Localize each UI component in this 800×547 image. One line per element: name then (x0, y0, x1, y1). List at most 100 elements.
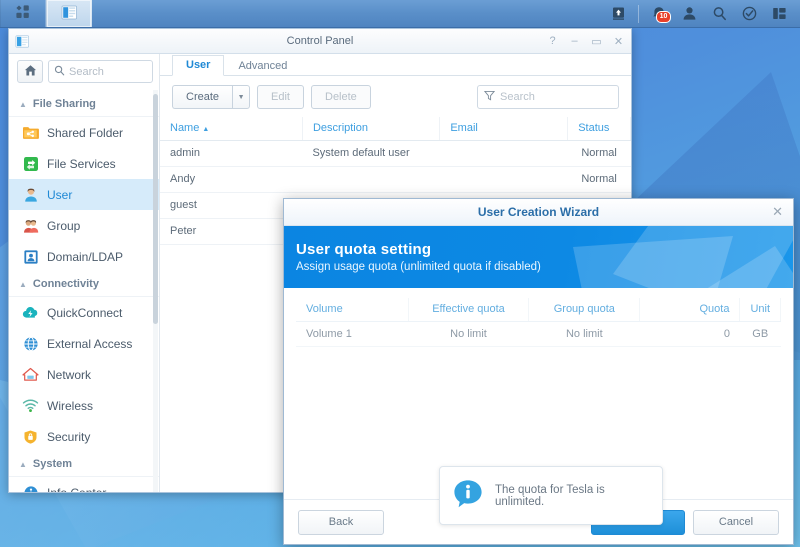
page-title: Control Panel (286, 35, 354, 47)
column-header-volume[interactable]: Volume (296, 298, 409, 322)
wireless-icon (22, 397, 39, 414)
cell-name: admin (160, 140, 303, 167)
column-header-status[interactable]: Status (567, 117, 631, 141)
sidebar-search-placeholder: Search (69, 65, 104, 78)
chevron-down-icon[interactable]: ▼ (232, 85, 251, 109)
column-header-name[interactable]: Name ▲ (160, 117, 303, 141)
user-creation-wizard-dialog: User Creation Wizard ✕ User quota settin… (283, 198, 794, 545)
column-header-unit[interactable]: Unit (739, 298, 781, 322)
sidebar-item-network[interactable]: Network (9, 359, 159, 390)
delete-button[interactable]: Delete (311, 85, 371, 109)
quota-table-head: Volume Effective quota Group quota Quota… (296, 298, 781, 322)
user-table-head: Name ▲ Description Email Status (160, 117, 631, 141)
column-label: Name (170, 122, 200, 134)
wizard-hero: User quota setting Assign usage quota (u… (284, 226, 793, 288)
column-header-quota[interactable]: Quota (639, 298, 741, 322)
sidebar-item-security[interactable]: Security (9, 421, 159, 452)
cell-unit[interactable]: GB (739, 321, 781, 347)
quota-table-header-row: Volume Effective quota Group quota Quota… (296, 298, 781, 322)
file-services-icon (22, 155, 39, 172)
cell-name: guest (160, 192, 303, 219)
sidebar-home-button[interactable] (17, 60, 43, 83)
sidebar-item-group[interactable]: Group (9, 210, 159, 241)
sidebar-item-info-center[interactable]: Info Center (9, 477, 159, 492)
sidebar-item-label: External Access (47, 336, 133, 351)
cell-name: Peter (160, 218, 303, 245)
create-button[interactable]: Create (172, 85, 233, 109)
upload-queue-icon[interactable] (603, 0, 633, 27)
sidebar-item-quickconnect[interactable]: QuickConnect (9, 297, 159, 328)
table-row[interactable]: admin System default user Normal (160, 140, 631, 167)
notifications-icon[interactable]: 10 (644, 0, 674, 27)
cell-email (439, 140, 568, 167)
sidebar-item-label: Wireless (47, 398, 94, 413)
close-icon[interactable]: ✕ (772, 204, 793, 220)
sidebar-scrollbar[interactable] (153, 94, 158, 324)
tab-advanced[interactable]: Advanced (224, 56, 301, 76)
sidebar-item-user[interactable]: User (9, 179, 159, 210)
sidebar-item-shared-folder[interactable]: Shared Folder (9, 117, 159, 148)
grid-squares-icon (15, 4, 31, 23)
external-access-icon (22, 335, 39, 352)
main-menu-button[interactable] (0, 0, 46, 27)
cancel-button[interactable]: Cancel (693, 509, 779, 535)
table-row[interactable]: Volume 1 No limit No limit 0 GB (296, 321, 781, 347)
sidebar-item-domain-ldap[interactable]: Domain/LDAP (9, 241, 159, 272)
search-icon (54, 65, 65, 79)
control-panel-task-button[interactable] (46, 0, 92, 27)
sidebar-search-input[interactable]: Search (48, 60, 153, 83)
close-button[interactable]: ✕ (612, 35, 625, 48)
column-header-email[interactable]: Email (439, 117, 569, 141)
sidebar-item-label: Security (47, 429, 91, 444)
sort-ascending-icon: ▲ (202, 126, 210, 133)
user-table-header-row: Name ▲ Description Email Status (160, 117, 631, 141)
tab-user[interactable]: User (172, 55, 225, 76)
panels-icon[interactable] (764, 0, 794, 27)
sidebar-group-system[interactable]: ▲ System (9, 452, 159, 477)
column-header-effective-quota[interactable]: Effective quota (408, 298, 530, 322)
sidebar-item-wireless[interactable]: Wireless (9, 390, 159, 421)
user-search-input[interactable]: Search (477, 85, 619, 109)
quota-info-tooltip: The quota for Tesla is unlimited. (439, 466, 663, 525)
search-icon[interactable] (704, 0, 734, 27)
tooltip-message: The quota for Tesla is unlimited. (495, 483, 605, 508)
quota-table: Volume Effective quota Group quota Quota… (296, 298, 781, 347)
sidebar-group-label: Connectivity (32, 278, 99, 290)
control-panel-titlebar[interactable]: Control Panel ? – ▭ ✕ (9, 29, 631, 54)
sidebar-group-file-sharing[interactable]: ▲ File Sharing (9, 92, 159, 117)
security-shield-icon (22, 428, 39, 445)
tab-bar: User Advanced (160, 54, 631, 76)
help-button[interactable]: ? (546, 35, 559, 48)
control-panel-icon (61, 4, 78, 24)
taskbar-tray: 10 (603, 0, 800, 27)
cell-name: Andy (160, 166, 303, 193)
wizard-titlebar[interactable]: User Creation Wizard ✕ (284, 199, 793, 226)
control-panel-icon (15, 34, 30, 49)
sidebar-header: Search (9, 54, 159, 90)
user-options-icon[interactable] (674, 0, 704, 27)
cell-description: System default user (302, 140, 440, 167)
maximize-button[interactable]: ▭ (590, 35, 603, 48)
edit-button[interactable]: Edit (257, 85, 304, 109)
column-header-group-quota[interactable]: Group quota (528, 298, 641, 322)
sidebar-item-label: Network (47, 367, 92, 382)
sidebar-group-connectivity[interactable]: ▲ Connectivity (9, 272, 159, 297)
sidebar-item-label: User (47, 187, 73, 202)
notification-badge: 10 (656, 11, 671, 23)
back-button[interactable]: Back (298, 509, 384, 535)
cell-quota[interactable]: 0 (639, 321, 740, 347)
taskbar-left (0, 0, 92, 27)
chevron-up-icon: ▲ (19, 459, 27, 469)
domain-ldap-icon (22, 248, 39, 265)
tray-divider (638, 4, 639, 23)
shared-folder-icon (22, 124, 39, 141)
sidebar-item-file-services[interactable]: File Services (9, 148, 159, 179)
check-circle-icon[interactable] (734, 0, 764, 27)
sidebar-item-external-access[interactable]: External Access (9, 328, 159, 359)
sidebar-item-label: Group (47, 218, 81, 233)
table-row[interactable]: Andy Normal (160, 166, 631, 193)
column-header-description[interactable]: Description (302, 117, 441, 141)
minimize-button[interactable]: – (568, 35, 581, 48)
info-center-icon (22, 484, 39, 492)
network-icon (22, 366, 39, 383)
